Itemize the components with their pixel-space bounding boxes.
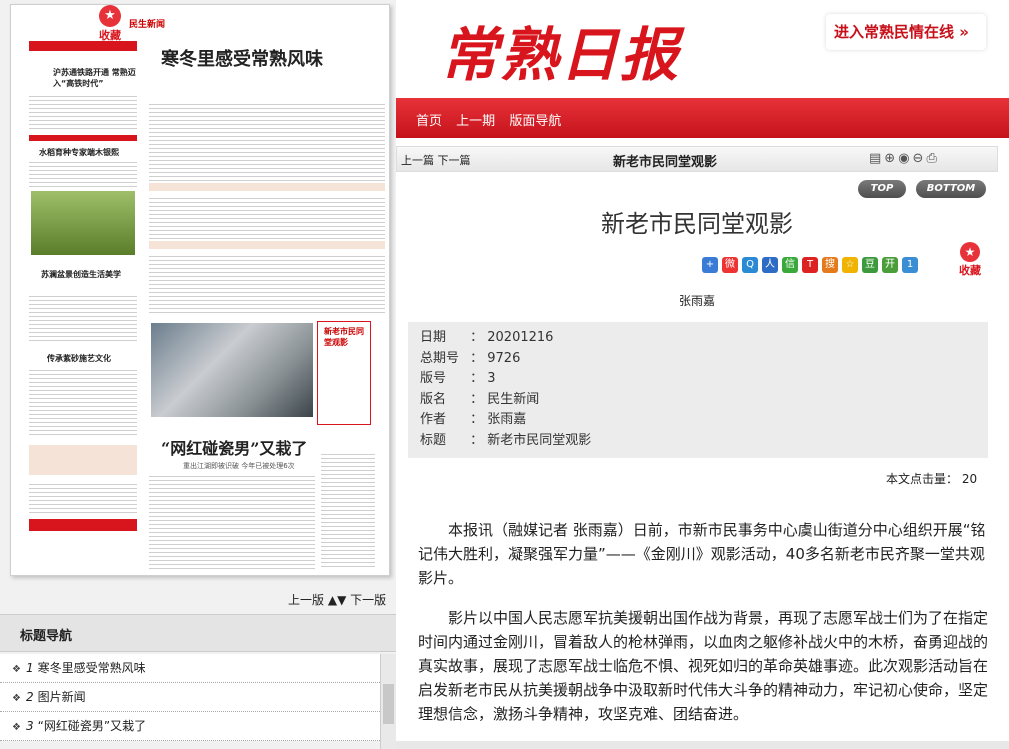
- bullet-icon: ❖: [12, 722, 21, 733]
- paper-app-band: [29, 519, 137, 531]
- renren-icon[interactable]: 人: [762, 257, 778, 273]
- nav-previous-issue[interactable]: 上一期: [456, 114, 495, 129]
- toolbar-title: 新老市民同堂观影: [613, 155, 718, 170]
- paper-subhead: 重出江湖即被识破 今年已被处理6次: [183, 462, 295, 470]
- paper-text-block: [149, 195, 385, 239]
- paper-subhead-band: [149, 183, 385, 191]
- article-panel: 上一篇 下一篇 新老市民同堂观影 ▤⊕◉⊖⎙ TOP BOTTOM 新老市民同堂…: [396, 138, 1009, 749]
- meta-row: 版名 ： 民生新闻: [420, 391, 540, 407]
- meta-row: 作者 ： 张雨嘉: [420, 412, 527, 428]
- toc-list: ❖ 1 寒冬里感受常熟风味 ❖ 2 图片新闻 ❖ 3 “网红碰瓷男”又栽了: [0, 654, 396, 741]
- arrow-icons: ▲▼: [327, 593, 351, 607]
- scroll-bottom-button[interactable]: BOTTOM: [916, 180, 986, 198]
- weibo-icon[interactable]: 微: [722, 257, 738, 273]
- page-pager: 上一版 ▲▼ 下一版: [288, 591, 386, 608]
- article-title: 新老市民同堂观影: [601, 210, 793, 238]
- newspaper-page-image[interactable]: ★ 收藏 民生新闻 沪苏通铁路开通 常熟迈入“高铁时代” 水稻育种专家端木银熙 …: [10, 4, 390, 576]
- paper-text-block: [149, 473, 315, 569]
- minqing-online-link[interactable]: 进入常熟民情在线 »: [826, 14, 986, 50]
- sohu-icon[interactable]: 搜: [822, 257, 838, 273]
- masthead-logo[interactable]: 常熟日报: [440, 8, 680, 92]
- left-panel: ★ 收藏 民生新闻 沪苏通铁路开通 常熟迈入“高铁时代” 水稻育种专家端木银熙 …: [0, 0, 396, 749]
- article-toolbar: 上一篇 下一篇 新老市民同堂观影 ▤⊕◉⊖⎙: [396, 146, 998, 172]
- paper-photo-rice: [31, 191, 135, 255]
- article-author: 张雨嘉: [678, 294, 715, 308]
- paper-text-block: [29, 159, 137, 189]
- toc-item[interactable]: ❖ 1 寒冬里感受常熟风味: [0, 654, 396, 683]
- paper-side-headline-5: 新老市民同堂观影: [324, 327, 364, 347]
- star-icon: ★: [960, 242, 980, 262]
- article-paragraph: 影片以中国人民志愿军抗美援朝出国作战为背景，再现了志愿军战士们为了在指定时间内通…: [418, 609, 989, 723]
- wechat-icon[interactable]: 信: [782, 257, 798, 273]
- click-count: 本文点击量： 20: [886, 472, 978, 486]
- favorite-button[interactable]: ★ 收藏: [956, 242, 984, 278]
- favorite-button[interactable]: ★ 收藏: [97, 5, 123, 43]
- article-paragraph: 本报讯（融媒记者 张雨嘉）日前，市新市民事务中心虞山街道分中心组织开展“铭记伟大…: [418, 521, 986, 587]
- zoom-in-icon[interactable]: ⊕: [884, 151, 898, 166]
- paper-side-headline-1[interactable]: 沪苏通铁路开通 常熟迈入“高铁时代”: [53, 67, 137, 89]
- paper-text-block: [29, 367, 137, 437]
- print-icon[interactable]: ⎙: [926, 151, 939, 166]
- paper-text-block: [29, 293, 137, 343]
- paper-side-headline-4[interactable]: 传承紫砂施艺文化: [47, 353, 137, 364]
- toc-item[interactable]: ❖ 3 “网红碰瓷男”又栽了: [0, 712, 396, 741]
- nav-page-navigation[interactable]: 版面导航: [509, 114, 561, 129]
- paper-headline-2[interactable]: “网红碰瓷男”又栽了: [161, 435, 307, 459]
- reset-zoom-icon[interactable]: ◉: [898, 151, 912, 166]
- meta-row: 日期 ： 20201216: [420, 330, 554, 345]
- paper-text-block: [321, 451, 375, 567]
- share-plus-icon[interactable]: +: [702, 257, 718, 273]
- zoom-out-icon[interactable]: ⊖: [913, 151, 927, 166]
- share-count-icon[interactable]: 1: [902, 257, 918, 273]
- scroll-top-button[interactable]: TOP: [858, 180, 906, 198]
- paper-text-block: [149, 101, 385, 181]
- paper-side-headline-3[interactable]: 苏澜盆景创造生活美学: [41, 269, 137, 280]
- tencent-icon[interactable]: T: [802, 257, 818, 273]
- paper-text-block: [149, 253, 385, 315]
- toc-header: 标题导航: [0, 614, 396, 652]
- paper-text-block: [29, 93, 137, 131]
- paper-photo-haircut: [151, 323, 313, 417]
- reader-tools: ▤⊕◉⊖⎙: [869, 151, 940, 166]
- nav-home[interactable]: 首页: [416, 114, 442, 129]
- share-icons: + 微 Q 人信 T 搜 ☆ 豆开 1: [702, 252, 922, 273]
- toc-scrollbar[interactable]: [380, 654, 396, 749]
- prev-next-article-link[interactable]: 上一篇 下一篇: [401, 152, 471, 168]
- paper-red-band: [29, 135, 137, 141]
- article-meta: 日期 ： 20201216 总期号 ： 9726 版号 ： 3 版名 ： 民生新…: [408, 322, 988, 458]
- paper-side-headline-2[interactable]: 水稻育种专家端木银熙: [39, 147, 137, 158]
- meta-row: 版号 ： 3: [420, 371, 496, 387]
- douban-icon[interactable]: 豆: [862, 257, 878, 273]
- paper-section-name: 民生新闻: [129, 20, 166, 30]
- next-page-link[interactable]: 下一版: [350, 593, 386, 607]
- prev-page-link[interactable]: 上一版: [288, 593, 324, 607]
- paper-ad-block: [29, 445, 137, 475]
- qzone-icon[interactable]: Q: [742, 257, 758, 273]
- meta-row: 标题 ： 新老市民同堂观影: [420, 432, 592, 448]
- paper-qr-block: [29, 481, 137, 515]
- paper-article-box[interactable]: 新老市民同堂观影: [317, 321, 371, 425]
- bullet-icon: ❖: [12, 693, 21, 704]
- bullet-icon: ❖: [12, 664, 21, 675]
- meta-row: 总期号 ： 9726: [420, 350, 521, 366]
- list-icon[interactable]: ▤: [869, 151, 884, 166]
- paper-headline[interactable]: 寒冬里感受常熟风味: [161, 45, 323, 71]
- paper-red-band: [29, 41, 137, 51]
- article-body: 本报讯（融媒记者 张雨嘉）日前，市新市民事务中心虞山街道分中心组织开展“铭记伟大…: [418, 518, 988, 742]
- favorite-star-icon[interactable]: ☆: [842, 257, 858, 273]
- page-scrollbar[interactable]: [396, 741, 1009, 749]
- star-icon: ★: [99, 5, 121, 27]
- toc-item[interactable]: ❖ 2 图片新闻: [0, 683, 396, 712]
- paper-subhead-band: [149, 241, 385, 249]
- kaixin-icon[interactable]: 开: [882, 257, 898, 273]
